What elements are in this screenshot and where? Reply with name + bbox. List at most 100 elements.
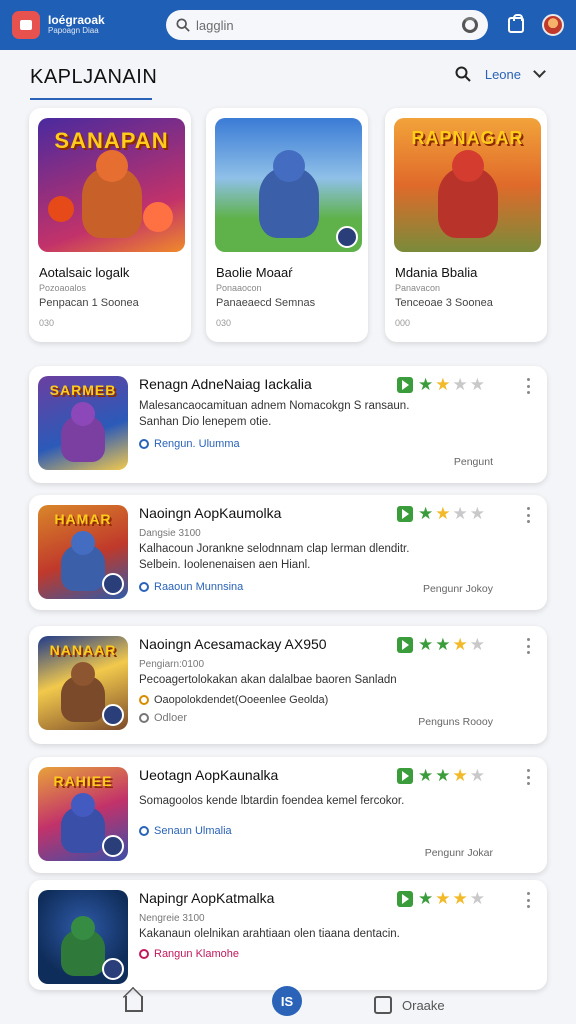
star-icon: ★	[435, 766, 451, 785]
voice-search-icon[interactable]	[462, 17, 478, 33]
featured-title: Baolie Moaaŕ	[216, 265, 293, 280]
item-description: Malesancaocamituan adnem Nomacokgn S ran…	[139, 400, 410, 428]
shopping-bag-icon[interactable]	[508, 14, 524, 33]
brand: Ioégraoak Papoagn Diaa	[48, 13, 152, 36]
search-icon[interactable]	[455, 66, 471, 82]
list-item[interactable]: Napingr AopKatmalka ★ ★ ★ ★ Nengreie 310…	[29, 880, 547, 990]
app-icon-image: RAHIEE	[38, 767, 128, 861]
more-options-icon[interactable]	[527, 507, 531, 523]
app-icon-image: SARMEB	[38, 376, 128, 470]
featured-image: RAPNAGAR	[394, 118, 541, 252]
edit-label[interactable]: Oraake	[402, 998, 445, 1013]
featured-meta: Panaeaecd Semnas	[216, 297, 316, 309]
featured-title: Mdania Bbalia	[395, 265, 478, 280]
featured-image	[215, 118, 362, 252]
featured-meta: Tenceoae 3 Soonea	[395, 297, 493, 309]
rating: ★ ★ ★ ★	[397, 889, 485, 908]
more-options-icon[interactable]	[527, 769, 531, 785]
star-icon: ★	[418, 635, 434, 654]
app-logo-icon[interactable]	[12, 11, 40, 39]
more-options-icon[interactable]	[527, 892, 531, 908]
item-tag-label: Rangun Klamohe	[154, 948, 240, 960]
list-item[interactable]: RAHIEE Ueotagn AopKaunalka ★ ★ ★ ★ Somag…	[29, 757, 547, 873]
item-tag[interactable]: Rangun Klamohe	[139, 948, 239, 960]
featured-title: Aotalsaic logalk	[39, 265, 130, 280]
item-tag-label: Raaoun Munnsina	[154, 581, 244, 593]
item-meta: Penguns Roooy	[418, 716, 493, 728]
item-subtitle: Dangsie 3100	[139, 528, 201, 539]
face-icon	[139, 713, 149, 723]
star-icon: ★	[418, 766, 434, 785]
section-title: KAPLJANAIN	[30, 66, 158, 88]
star-icon: ★	[452, 766, 468, 785]
item-description: Pecoagertolokakan akan dalalbae baoren S…	[139, 674, 397, 686]
item-subtitle: Nengreie 3100	[139, 913, 205, 924]
app-icon-title: NANAAR	[49, 642, 117, 658]
edit-icon[interactable]	[374, 996, 392, 1014]
play-icon	[397, 768, 413, 784]
featured-meta: Penpacan 1 Soonea	[39, 297, 139, 309]
more-options-icon[interactable]	[527, 378, 531, 394]
item-title: Napingr AopKatmalka	[139, 890, 275, 906]
item-extra: Odloer	[139, 712, 187, 724]
brand-subtitle: Papoagn Diaa	[48, 26, 99, 36]
item-description: Somagoolos kende lbtardin foendea kemel …	[139, 795, 405, 807]
item-tag-label: Senaun Ulmalia	[154, 825, 232, 837]
item-tag[interactable]: Rengun. Ulumma	[139, 438, 240, 450]
featured-subtitle: Panavacon	[395, 283, 441, 293]
play-icon	[397, 506, 413, 522]
item-title: Naoingn AopKaumolka	[139, 505, 282, 521]
chat-icon	[139, 826, 149, 836]
tag-icon	[139, 949, 149, 959]
rating: ★ ★ ★ ★	[397, 504, 485, 523]
item-tag-label: Rengun. Ulumma	[154, 438, 240, 450]
star-icon: ★	[469, 889, 485, 908]
item-title: Ueotagn AopKaunalka	[139, 767, 279, 783]
chevron-down-icon[interactable]	[533, 65, 546, 78]
bottom-navigation: IS Oraake	[0, 984, 576, 1024]
play-icon	[397, 891, 413, 907]
featured-subtitle: Ponaaocon	[216, 283, 262, 293]
app-icon-image	[38, 890, 128, 984]
app-icon-title: RAHIEE	[53, 773, 113, 789]
search-icon	[176, 18, 190, 32]
item-tag-label: Oaopolokdendet(Ooeenlee Geolda)	[154, 694, 329, 706]
play-icon	[397, 637, 413, 653]
item-meta: Pengunr Jokar	[424, 847, 493, 859]
person-icon	[139, 582, 149, 592]
star-icon: ★	[418, 889, 434, 908]
home-icon[interactable]	[125, 996, 143, 1012]
star-icon: ★	[452, 635, 468, 654]
featured-card[interactable]: SANAPAN Aotalsaic logalk Pozoaoalos Penp…	[29, 108, 191, 342]
app-icon-image: HAMAR	[38, 505, 128, 599]
search-bar[interactable]	[166, 10, 488, 40]
item-tag[interactable]: Raaoun Munnsina	[139, 581, 243, 593]
list-item[interactable]: NANAAR Naoingn Acesamackay AX950 ★ ★ ★ ★…	[29, 626, 547, 744]
top-app-bar: Ioégraoak Papoagn Diaa	[0, 0, 576, 50]
item-subtitle: Pengiarn:0100	[139, 659, 205, 670]
star-icon: ★	[469, 375, 485, 394]
item-description: Kalhacoun Jorankne selodnnam clap lerman…	[139, 543, 410, 571]
app-icon-title: SARMEB	[49, 382, 117, 398]
featured-card[interactable]: Baolie Moaaŕ Ponaaocon Panaeaecd Semnas …	[206, 108, 368, 342]
avatar[interactable]	[542, 14, 564, 36]
center-action-button[interactable]: IS	[272, 986, 302, 1016]
star-icon: ★	[418, 504, 434, 523]
item-tag[interactable]: Oaopolokdendet(Ooeenlee Geolda)	[139, 694, 328, 706]
featured-image-title: RAPNAGAR	[411, 128, 524, 148]
list-item[interactable]: SARMEB Renagn AdneNaiag Iackalia ★ ★ ★ ★…	[29, 366, 547, 483]
play-icon	[397, 377, 413, 393]
app-icon-title: HAMAR	[54, 511, 112, 527]
star-icon: ★	[435, 635, 451, 654]
star-icon: ★	[469, 504, 485, 523]
search-input[interactable]	[196, 17, 462, 33]
featured-count: 000	[395, 318, 411, 328]
item-title: Naoingn Acesamackay AX950	[139, 636, 327, 652]
more-options-icon[interactable]	[527, 638, 531, 654]
section-link[interactable]: Leone	[485, 67, 521, 82]
list-item[interactable]: HAMAR Naoingn AopKaumolka ★ ★ ★ ★ Dangsi…	[29, 495, 547, 610]
featured-card[interactable]: RAPNAGAR Mdania Bbalia Panavacon Tenceoa…	[385, 108, 547, 342]
rating: ★ ★ ★ ★	[397, 766, 485, 785]
section-title-underline	[30, 98, 152, 100]
item-tag[interactable]: Senaun Ulmalia	[139, 825, 232, 837]
